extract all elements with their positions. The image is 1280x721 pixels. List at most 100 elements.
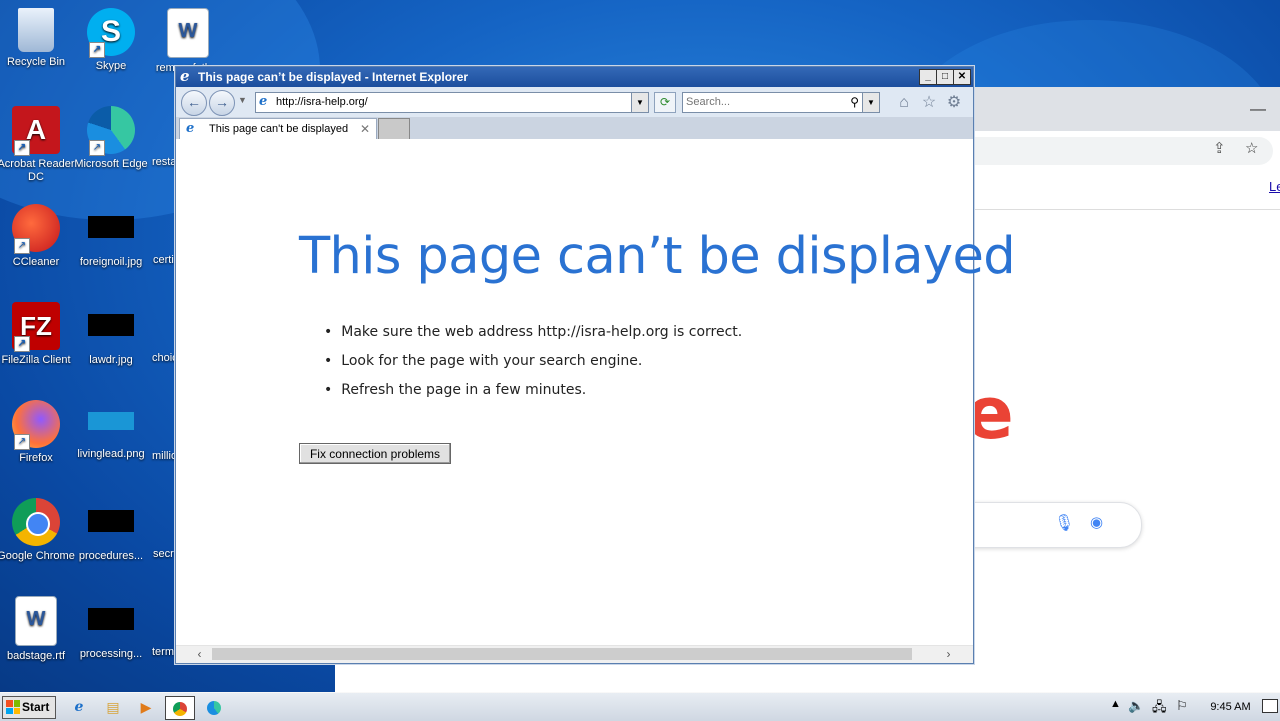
desktop-icon-removefath[interactable]: W removefath...: [148, 8, 228, 75]
google-search-box[interactable]: 🎙 ◉: [963, 502, 1142, 548]
camera-search-icon[interactable]: ◉: [1090, 513, 1103, 531]
icon-label-partial[interactable]: choic: [152, 352, 178, 364]
desktop-icon-foreignoil[interactable]: foreignoil.jpg: [71, 204, 151, 269]
suggestion-item: Look for the page with your search engin…: [324, 351, 742, 380]
minimize-button[interactable]: _: [919, 69, 937, 85]
share-icon[interactable]: ⇪: [1213, 139, 1226, 157]
desktop-icon-chrome[interactable]: Google Chrome: [0, 498, 76, 563]
ie-page-icon: e: [259, 94, 268, 109]
suggestion-item: Refresh the page in a few minutes.: [324, 380, 742, 409]
horizontal-scrollbar[interactable]: ‹ ›: [176, 645, 973, 663]
minimize-icon[interactable]: —: [1250, 101, 1266, 119]
search-icon[interactable]: ⚲: [850, 93, 859, 112]
chrome-tabstrip: —: [973, 87, 1280, 131]
icon-label: Acrobat Reader DC: [0, 158, 75, 183]
chrome-window-background: — ⇪ ☆ Le e 🎙 ◉: [963, 87, 1280, 692]
favorites-star-icon[interactable]: ☆: [919, 93, 939, 113]
scroll-right-icon[interactable]: ›: [940, 646, 957, 663]
home-icon[interactable]: ⌂: [894, 93, 914, 113]
icon-label-partial[interactable]: certi: [153, 254, 174, 266]
back-button[interactable]: ←: [181, 90, 207, 116]
desktop-icon-skype[interactable]: S ↗ Skype: [71, 8, 151, 73]
acrobat-icon: A ↗: [12, 106, 60, 156]
skype-icon: S ↗: [87, 8, 135, 58]
shortcut-arrow-icon: ↗: [14, 336, 30, 352]
start-button[interactable]: Start: [2, 696, 56, 719]
clock[interactable]: 9:45 AM: [1203, 693, 1258, 721]
icon-label: procedures...: [78, 550, 144, 562]
taskbar-edge-icon[interactable]: [200, 696, 228, 718]
desktop-icon-acrobat[interactable]: A ↗ Acrobat Reader DC: [0, 106, 76, 184]
error-heading: This page can’t be displayed: [299, 227, 1016, 286]
scroll-left-icon[interactable]: ‹: [191, 646, 208, 663]
desktop-icon-edge[interactable]: ↗ Microsoft Edge: [71, 106, 151, 171]
desktop-icon-processing[interactable]: processing...: [71, 596, 151, 661]
suggestion-item: Make sure the web address http://isra-he…: [324, 322, 742, 351]
taskbar-ie-icon[interactable]: e: [65, 696, 93, 718]
desktop-icon-livinglead[interactable]: livinglead.png: [71, 400, 151, 461]
taskbar-explorer-icon[interactable]: ▤: [99, 696, 127, 718]
taskbar-media-player-icon[interactable]: ▶: [132, 696, 160, 718]
partial-link[interactable]: Le: [1269, 179, 1280, 194]
new-tab-button[interactable]: [378, 118, 410, 140]
desktop-icon-ccleaner[interactable]: ↗ CCleaner: [0, 204, 76, 269]
chrome-icon: [12, 498, 60, 546]
internet-explorer-window: e This page can’t be displayed - Interne…: [175, 66, 1016, 664]
icon-label: Microsoft Edge: [74, 158, 148, 170]
tab-active[interactable]: e This page can't be displayed ✕: [179, 118, 377, 140]
desktop-icon-firefox[interactable]: ↗ Firefox: [0, 400, 76, 465]
shortcut-arrow-icon: ↗: [14, 238, 30, 254]
scrollbar-thumb[interactable]: [212, 648, 912, 660]
address-bar[interactable]: e http://isra-help.org/ ▼: [255, 92, 649, 113]
filezilla-icon: FZ ↗: [12, 302, 60, 352]
tab-label: This page can't be displayed: [209, 123, 349, 135]
desktop-icon-recycle-bin[interactable]: Recycle Bin: [0, 8, 76, 69]
search-dropdown-icon[interactable]: ▼: [862, 93, 879, 112]
desktop-icon-procedures[interactable]: procedures...: [71, 498, 151, 563]
desktop-icon-badstage[interactable]: W badstage.rtf: [0, 596, 76, 663]
title-bar[interactable]: e This page can’t be displayed - Interne…: [176, 67, 973, 87]
close-tab-icon[interactable]: ✕: [360, 119, 370, 139]
chrome-google-header: Le: [973, 169, 1280, 210]
network-icon[interactable]: 🖧: [1152, 698, 1167, 720]
bookmark-star-icon[interactable]: ☆: [1245, 139, 1258, 157]
microphone-icon[interactable]: 🎙: [1054, 513, 1074, 533]
volume-icon[interactable]: 🔈: [1128, 698, 1144, 714]
ie-page-icon: e: [186, 121, 195, 136]
address-value[interactable]: http://isra-help.org/: [276, 93, 368, 112]
show-desktop-icon[interactable]: [1262, 699, 1278, 713]
shortcut-arrow-icon: ↗: [89, 140, 105, 156]
image-thumbnail: [88, 412, 134, 430]
maximize-button[interactable]: □: [936, 69, 954, 85]
shortcut-arrow-icon: ↗: [14, 140, 30, 156]
chrome-omnibox[interactable]: [973, 137, 1273, 165]
icon-label: FileZilla Client: [1, 354, 71, 366]
shortcut-arrow-icon: ↗: [14, 434, 30, 450]
word-document-icon: W: [167, 8, 209, 58]
tray-expand-icon[interactable]: ▲: [1110, 698, 1121, 710]
settings-gear-icon[interactable]: ⚙: [944, 93, 964, 113]
desktop-icon-filezilla[interactable]: FZ ↗ FileZilla Client: [0, 302, 76, 367]
icon-label-partial[interactable]: millio: [152, 450, 177, 462]
refresh-icon[interactable]: ⟳: [654, 92, 676, 113]
ccleaner-icon: ↗: [12, 204, 60, 254]
icon-label-partial[interactable]: resta: [152, 156, 176, 168]
icon-label: Recycle Bin: [6, 56, 66, 68]
search-box[interactable]: ⚲ ▼: [682, 92, 880, 113]
close-button[interactable]: ✕: [953, 69, 971, 85]
desktop-icon-lawdr[interactable]: lawdr.jpg: [71, 302, 151, 367]
icon-label-partial[interactable]: term: [152, 646, 174, 658]
taskbar-chrome-icon[interactable]: [165, 696, 195, 720]
search-input[interactable]: [686, 94, 836, 110]
navigation-bar: ← → ▼ e http://isra-help.org/ ▼ ⟳ ⚲ ▼ ⌂ …: [176, 87, 973, 117]
suggestion-list: Make sure the web address http://isra-he…: [324, 322, 742, 409]
icon-label-partial[interactable]: secr: [153, 548, 174, 560]
history-dropdown-icon[interactable]: ▼: [238, 95, 247, 105]
icon-label: livinglead.png: [77, 448, 145, 460]
image-thumbnail: [88, 608, 134, 630]
action-center-flag-icon[interactable]: ⚐: [1176, 698, 1188, 714]
fix-connection-button[interactable]: Fix connection problems: [299, 443, 451, 464]
address-dropdown-icon[interactable]: ▼: [631, 93, 648, 112]
forward-button[interactable]: →: [209, 90, 235, 116]
ie-logo-icon: e: [180, 67, 190, 85]
